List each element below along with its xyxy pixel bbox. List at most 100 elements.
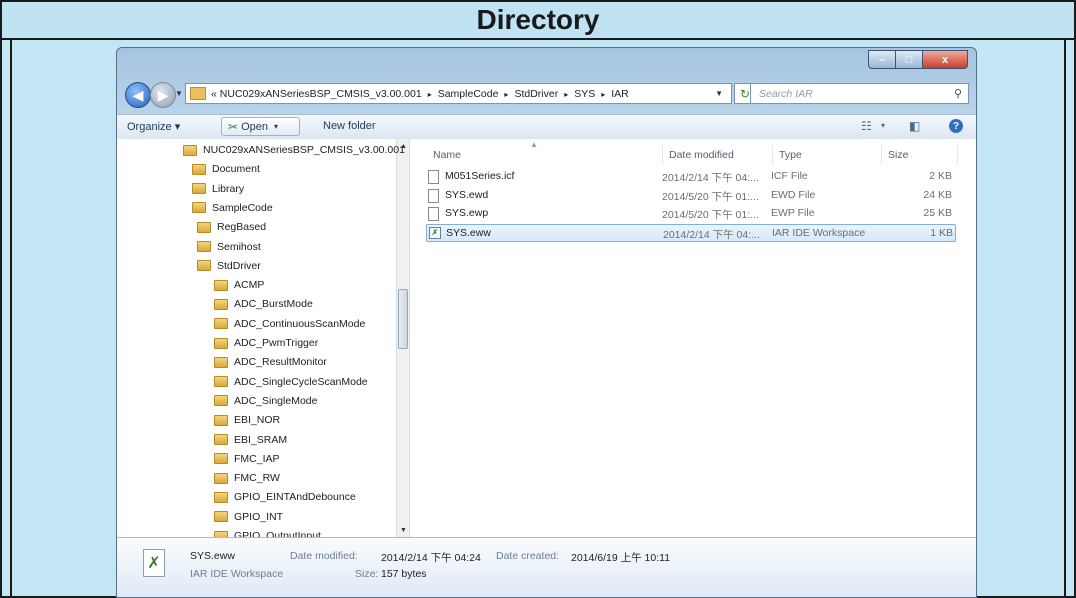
tree-item-label: ADC_SingleCycleScanMode: [234, 375, 368, 388]
file-size: 24 KB: [923, 188, 952, 201]
view-dropdown-icon[interactable]: ▾: [881, 121, 885, 130]
tree-item-label: EBI_SRAM: [234, 433, 288, 446]
address-dropdown-icon[interactable]: ▼: [715, 89, 723, 98]
tree-item-label: EBI_NOR: [234, 414, 281, 427]
maximize-button[interactable]: □: [895, 50, 923, 69]
tree-item[interactable]: GPIO_OutputInput: [214, 527, 321, 537]
address-bar[interactable]: « NUC029xANSeriesBSP_CMSIS_v3.00.001 ▸ Sam…: [185, 83, 732, 104]
folder-icon: [214, 395, 228, 407]
file-type: ICF File: [771, 170, 808, 182]
file-row[interactable]: ✗ SYS.eww 2014/2/14 下午 04:... IAR IDE Works…: [426, 223, 956, 242]
address-prefix[interactable]: «: [211, 88, 217, 100]
tree-item-label: GPIO_EINTAndDebounce: [234, 491, 356, 504]
column-separator[interactable]: [957, 145, 958, 165]
tree-item[interactable]: EBI_NOR: [214, 411, 280, 429]
column-separator[interactable]: [881, 145, 882, 165]
tree-item-label: ADC_BurstMode: [234, 298, 313, 311]
open-button[interactable]: ✂ Open ▾: [221, 117, 300, 136]
search-input[interactable]: Search IAR ⚲: [750, 83, 969, 104]
tree-item[interactable]: ADC_SingleCycleScanMode: [214, 373, 368, 391]
breadcrumb-separator-icon[interactable]: ▸: [601, 90, 605, 99]
search-icon[interactable]: ⚲: [954, 87, 962, 100]
tree-item[interactable]: FMC_RW: [214, 469, 280, 487]
breadcrumb-item[interactable]: SYS: [574, 88, 595, 100]
sort-indicator-icon: ▲: [530, 140, 538, 149]
file-name: M051Series.icf: [445, 170, 515, 182]
details-pane: ✗ SYS.eww IAR IDE Workspace Date modifie…: [117, 537, 976, 597]
tree-item[interactable]: ACMP: [214, 276, 264, 294]
file-date: 2014/2/14 下午 04:...: [662, 172, 759, 184]
breadcrumb-separator-icon[interactable]: ▸: [504, 90, 508, 99]
tree-item-label: ADC_PwmTrigger: [234, 337, 319, 349]
open-dropdown-icon[interactable]: ▾: [274, 122, 278, 131]
tree-item[interactable]: FMC_IAP: [214, 450, 280, 468]
column-header-date[interactable]: Date modified: [669, 149, 734, 161]
tree-item[interactable]: EBI_SRAM: [214, 431, 287, 449]
navigation-scrollbar[interactable]: ▲ ▼: [396, 139, 409, 537]
tree-item[interactable]: ADC_PwmTrigger: [214, 334, 318, 352]
folder-icon: [192, 163, 206, 175]
window-controls: – □ x: [868, 50, 968, 69]
folder-icon: [214, 279, 228, 291]
scroll-thumb[interactable]: [398, 289, 408, 349]
slide-title-bar: Directory: [2, 2, 1074, 40]
tree-item-label: ADC_ContinuousScanMode: [234, 317, 366, 330]
scroll-down-icon[interactable]: ▼: [397, 523, 409, 537]
view-options-icon[interactable]: ☷: [861, 119, 872, 133]
tree-item[interactable]: ADC_ContinuousScanMode: [214, 315, 365, 333]
tree-item[interactable]: GPIO_INT: [214, 508, 283, 526]
column-separator[interactable]: [772, 145, 773, 165]
navigation-row: ◀ ▶ ▼ « NUC029xANSeriesBSP_CMSIS_v3.00.0…: [117, 79, 976, 109]
tree-item[interactable]: ADC_BurstMode: [214, 295, 313, 313]
tree-item[interactable]: Library: [192, 180, 244, 198]
file-row[interactable]: SYS.ewd 2014/5/20 下午 01:... EWD File 24 KB: [426, 187, 956, 205]
breadcrumb-item[interactable]: NUC029xANSeriesBSP_CMSIS_v3.00.001: [220, 88, 422, 100]
column-header-type[interactable]: Type: [779, 149, 802, 161]
right-column-divider: [1064, 38, 1066, 598]
details-created-value: 2014/6/19 上午 10:11: [571, 552, 671, 564]
preview-pane-icon[interactable]: ◧: [909, 119, 920, 133]
tree-item-label: GPIO_INT: [234, 510, 284, 523]
tree-item-label: Semihost: [217, 240, 261, 253]
breadcrumb-item[interactable]: IAR: [611, 88, 629, 100]
open-with-icon: ✂: [228, 119, 239, 134]
recent-pages-dropdown-icon[interactable]: ▼: [175, 89, 183, 98]
tree-item[interactable]: Semihost: [197, 238, 261, 256]
breadcrumb-separator-icon[interactable]: ▸: [564, 90, 568, 99]
workspace-file-icon: ✗: [143, 549, 165, 577]
tree-item[interactable]: ADC_SingleMode: [214, 392, 317, 410]
content-area: ▲ ▼ NUC029xANSeriesBSP_CMSIS_v3.00.001 Do…: [117, 139, 976, 537]
breadcrumb-item[interactable]: SampleCode: [438, 88, 499, 100]
file-type: IAR IDE Workspace: [772, 226, 866, 239]
organize-menu[interactable]: Organize ▾: [127, 120, 180, 133]
details-created-label: Date created:: [496, 550, 560, 562]
tree-item[interactable]: RegBased: [197, 218, 266, 236]
close-button[interactable]: x: [922, 50, 968, 69]
tree-item[interactable]: SampleCode: [192, 199, 273, 217]
column-header-size[interactable]: Size: [888, 149, 908, 161]
folder-icon: [214, 356, 228, 368]
forward-arrow-icon: ▶: [157, 86, 169, 103]
file-size: 1 KB: [930, 226, 953, 239]
back-button[interactable]: ◀: [125, 82, 151, 108]
folder-icon: [214, 434, 228, 445]
column-header-name[interactable]: Name: [433, 149, 461, 161]
tree-item[interactable]: GPIO_EINTAndDebounce: [214, 488, 356, 506]
details-filetype: IAR IDE Workspace: [190, 568, 284, 580]
tree-item[interactable]: Document: [192, 160, 260, 178]
tree-item[interactable]: ADC_ResultMonitor: [214, 353, 327, 371]
explorer-window: – □ x ◀ ▶ ▼ « NUC029xANSeriesBSP_CMSIS_v…: [116, 47, 977, 598]
details-size-value: 157 bytes: [381, 568, 427, 580]
file-row[interactable]: M051Series.icf 2014/2/14 下午 04:... ICF Fil…: [426, 168, 956, 186]
file-row[interactable]: SYS.ewp 2014/5/20 下午 01:... EWP File 25 KB: [426, 205, 956, 223]
breadcrumb-item[interactable]: StdDriver: [514, 88, 558, 100]
new-folder-button[interactable]: New folder: [323, 120, 376, 132]
file-size: 2 KB: [929, 170, 952, 182]
tree-item[interactable]: NUC029xANSeriesBSP_CMSIS_v3.00.001: [183, 141, 405, 159]
forward-button[interactable]: ▶: [150, 82, 176, 108]
breadcrumb-separator-icon[interactable]: ▸: [428, 90, 432, 99]
tree-item[interactable]: StdDriver: [197, 257, 261, 275]
minimize-button[interactable]: –: [868, 50, 896, 69]
column-separator[interactable]: [662, 145, 663, 165]
help-icon[interactable]: ?: [949, 119, 963, 133]
